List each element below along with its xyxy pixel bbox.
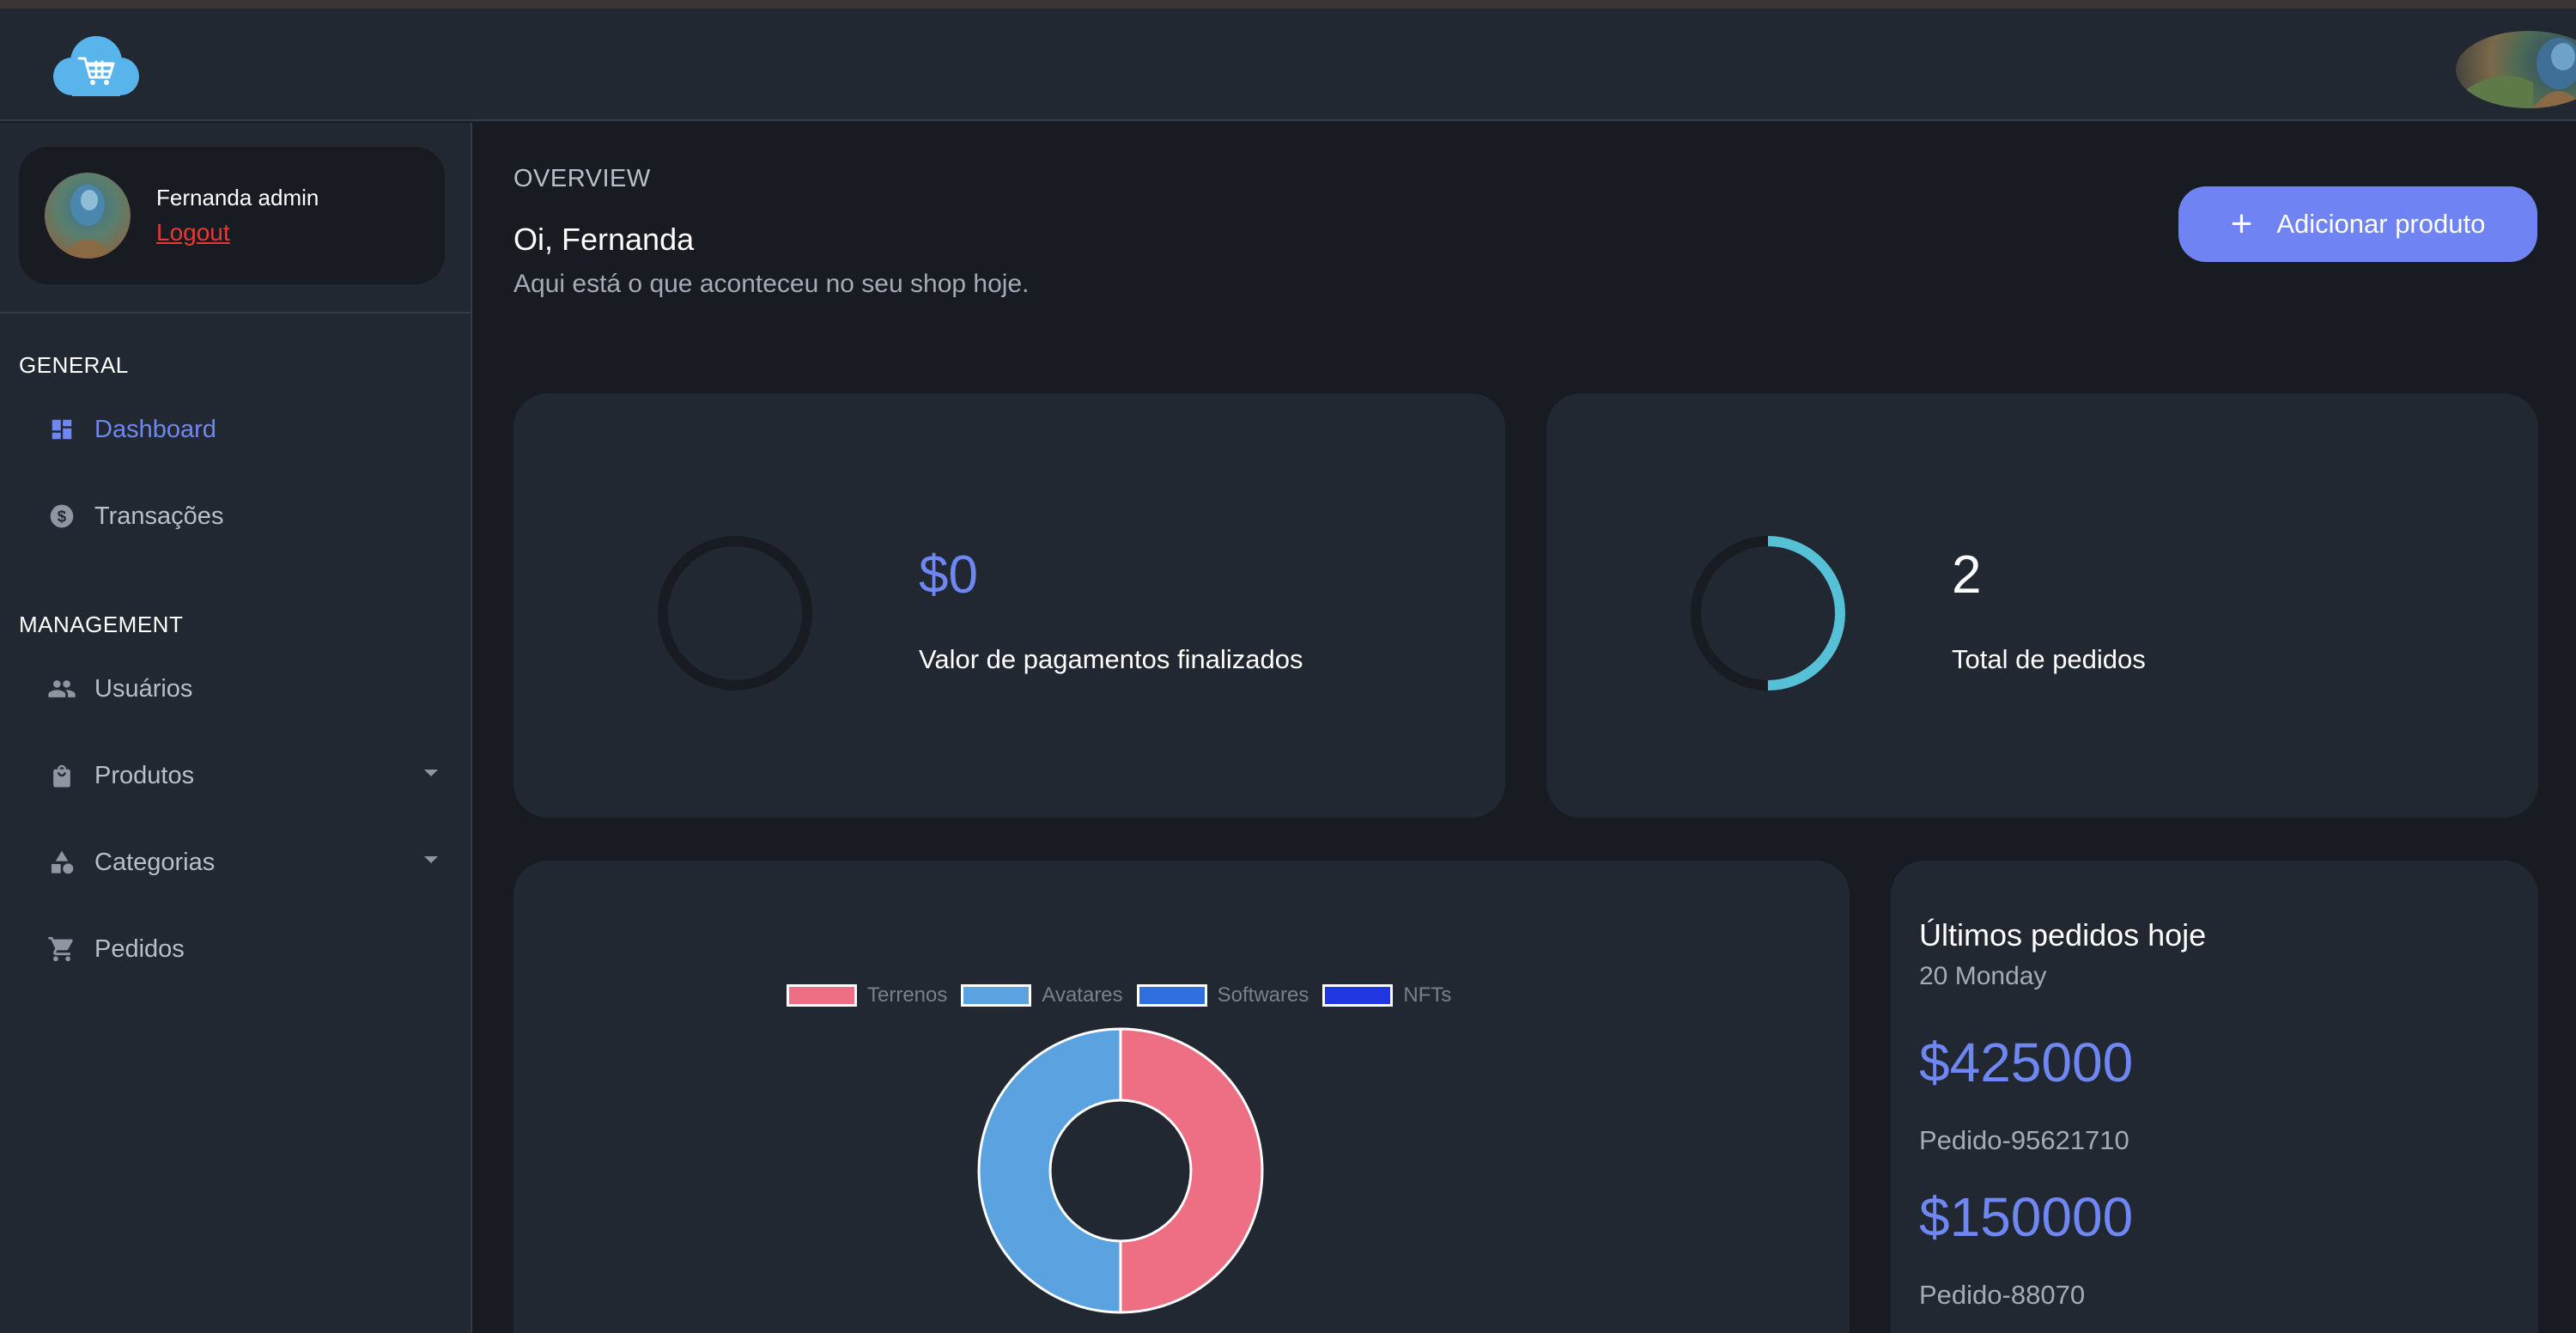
legend-label: Terrenos: [867, 983, 948, 1007]
page-overline: OVERVIEW: [513, 165, 651, 192]
sidebar-item-label: Produtos: [94, 761, 195, 789]
profile-avatar: [45, 173, 131, 259]
top-bar: [0, 9, 2576, 121]
legend-item[interactable]: Avatares: [961, 983, 1123, 1007]
stat-label: Valor de pagamentos finalizados: [919, 644, 1303, 674]
category-donut-chart: [977, 1027, 1264, 1314]
shapes-icon: [45, 845, 79, 880]
users-icon: [45, 672, 79, 706]
page-subtitle: Aqui está o que aconteceu no seu shop ho…: [513, 270, 1030, 298]
section-label-general: GENERAL: [19, 352, 129, 378]
legend-swatch: [1322, 984, 1394, 1007]
add-product-label: Adicionar produto: [2276, 209, 2486, 239]
donut-slice-terrenos[interactable]: [1119, 1027, 1264, 1314]
section-label-management: MANAGEMENT: [19, 612, 184, 637]
dashboard-icon: [45, 412, 79, 447]
legend-label: Softwares: [1217, 983, 1309, 1007]
sidebar-item-produtos[interactable]: Produtos: [45, 750, 440, 801]
legend-item[interactable]: Terrenos: [787, 983, 947, 1007]
legend-item[interactable]: Softwares: [1136, 983, 1309, 1007]
latest-orders-title: Últimos pedidos hoje: [1919, 917, 2207, 953]
chart-legend: Terrenos Avatares Softwares NFTs: [787, 983, 1465, 1007]
sidebar-item-label: Transações: [94, 502, 224, 530]
sidebar-item-usuarios[interactable]: Usuários: [45, 663, 440, 715]
chevron-down-icon[interactable]: [422, 854, 440, 869]
donut-slice-avatares[interactable]: [977, 1027, 1122, 1314]
user-avatar[interactable]: [2456, 31, 2576, 108]
legend-label: NFTs: [1403, 983, 1452, 1007]
progress-ring: [1691, 536, 1845, 691]
svg-text:$: $: [58, 508, 67, 526]
sidebar-item-pedidos[interactable]: Pedidos: [45, 923, 440, 975]
progress-ring: [658, 536, 812, 691]
shopping-bag-icon: [45, 758, 79, 793]
legend-item[interactable]: NFTs: [1322, 983, 1451, 1007]
legend-swatch: [1136, 984, 1207, 1007]
page-title: Oi, Fernanda: [513, 222, 695, 257]
window-top-strip: [0, 0, 2576, 9]
order-amount: $425000: [1919, 1032, 2134, 1093]
sidebar-item-dashboard[interactable]: Dashboard: [45, 404, 440, 455]
sidebar-item-label: Pedidos: [94, 934, 185, 963]
add-product-button[interactable]: + Adicionar produto: [2178, 186, 2537, 262]
stat-card-payments: $0 Valor de pagamentos finalizados: [513, 393, 1505, 818]
sidebar-divider: [0, 312, 472, 313]
sidebar: Fernanda admin Logout GENERAL Dashboard …: [0, 123, 472, 1333]
legend-swatch: [961, 984, 1032, 1007]
stat-value: $0: [919, 545, 978, 605]
dollar-circle-icon: $: [45, 499, 79, 533]
cloud-cart-logo-icon[interactable]: [45, 29, 148, 107]
latest-orders-date: 20 Monday: [1919, 962, 2047, 990]
cart-icon: [45, 932, 79, 966]
profile-card: Fernanda admin Logout: [19, 147, 445, 284]
sidebar-item-transacoes[interactable]: $ Transações: [45, 490, 440, 542]
stat-label: Total de pedidos: [1952, 644, 2146, 674]
order-amount: $150000: [1919, 1186, 2134, 1248]
logout-link[interactable]: Logout: [156, 219, 230, 247]
sidebar-item-label: Dashboard: [94, 415, 216, 443]
order-id[interactable]: Pedido-88070: [1919, 1280, 2085, 1311]
plus-icon: +: [2230, 203, 2253, 245]
sidebar-item-categorias[interactable]: Categorias: [45, 837, 440, 888]
chevron-down-icon[interactable]: [422, 767, 440, 782]
legend-label: Avatares: [1042, 983, 1123, 1007]
legend-swatch: [787, 984, 857, 1007]
stat-card-orders: 2 Total de pedidos: [1546, 393, 2538, 818]
sidebar-item-label: Categorias: [94, 848, 216, 876]
stat-value: 2: [1952, 545, 1982, 605]
sidebar-item-label: Usuários: [94, 674, 193, 703]
profile-name: Fernanda admin: [156, 185, 319, 210]
order-id[interactable]: Pedido-95621710: [1919, 1125, 2129, 1156]
